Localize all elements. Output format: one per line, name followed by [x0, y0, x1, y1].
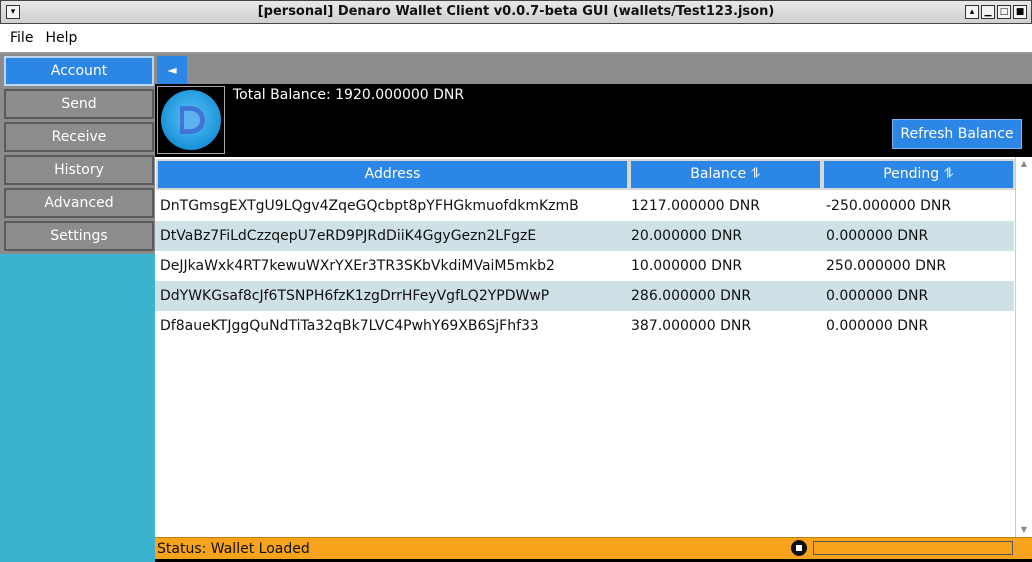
balance-cell: 20.000000 DNR	[631, 228, 743, 244]
balance-cell: 286.000000 DNR	[631, 288, 752, 304]
nav-receive-button[interactable]: Receive	[4, 122, 154, 152]
table-scrollbar[interactable]: ▲ ▼	[1015, 157, 1032, 537]
sidebar: Account Send Receive History Advanced Se…	[0, 52, 155, 562]
status-bar: Status: Wallet Loaded	[155, 537, 1032, 559]
total-balance: Total Balance: 1920.000000 DNR	[233, 87, 465, 103]
table-body: DnTGmsgEXTgU9LQgv4ZqeGQcbpt8pYFHGkmuofdk…	[155, 191, 1014, 341]
address-table: Address Balance ⥮ Pending ⥮ DnTGmsgEXTgU…	[155, 157, 1015, 537]
balance-header: Total Balance: 1920.000000 DNR Refresh B…	[155, 84, 1032, 157]
window-title: [personal] Denaro Wallet Client v0.0.7-b…	[257, 4, 775, 19]
title-bar: ▾ [personal] Denaro Wallet Client v0.0.7…	[0, 0, 1032, 24]
denaro-logo-icon	[161, 90, 221, 150]
address-cell[interactable]: DtVaBz7FiLdCzzqepU7eRD9PJRdDiiK4GgyGezn2…	[155, 221, 628, 251]
address-cell[interactable]: DdYWKGsaf8cJf6TSNPH6fzK1zgDrrHFeyVgfLQ2Y…	[155, 281, 628, 311]
column-header-balance[interactable]: Balance ⥮	[629, 159, 822, 190]
address-cell[interactable]: Df8aueKTJggQuNdTiTa32qBk7LVC4PwhY69XB6Sj…	[155, 311, 628, 341]
column-header-address[interactable]: Address	[156, 159, 629, 190]
top-strip: ◄	[155, 52, 1032, 84]
balance-cell: 10.000000 DNR	[631, 258, 743, 274]
refresh-balance-button[interactable]: Refresh Balance	[892, 119, 1022, 149]
denaro-logo	[157, 86, 225, 154]
pending-cell: 0.000000 DNR	[826, 288, 929, 304]
pending-cell: 0.000000 DNR	[826, 318, 929, 334]
scroll-down-icon[interactable]: ▼	[1019, 525, 1029, 535]
address-cell[interactable]: DnTGmsgEXTgU9LQgv4ZqeGQcbpt8pYFHGkmuofdk…	[155, 191, 628, 221]
column-header-pending[interactable]: Pending ⥮	[822, 159, 1015, 190]
stop-icon[interactable]	[791, 540, 807, 556]
table-row[interactable]: DdYWKGsaf8cJf6TSNPH6fzK1zgDrrHFeyVgfLQ2Y…	[155, 281, 1014, 311]
nav-history-button[interactable]: History	[4, 155, 154, 185]
close-icon[interactable]: ■	[1013, 5, 1027, 19]
shade-icon[interactable]: ▴	[965, 5, 979, 19]
balance-cell: 1217.000000 DNR	[631, 198, 760, 214]
table-header: Address Balance ⥮ Pending ⥮	[155, 159, 1015, 190]
scroll-up-icon[interactable]: ▲	[1019, 159, 1029, 169]
menu-help[interactable]: Help	[45, 30, 77, 46]
nav-advanced-button[interactable]: Advanced	[4, 188, 154, 218]
maximize-icon[interactable]: □	[997, 5, 1011, 19]
pending-cell: 0.000000 DNR	[826, 228, 929, 244]
pending-cell: 250.000000 DNR	[826, 258, 947, 274]
balance-cell: 387.000000 DNR	[631, 318, 752, 334]
nav-account-button[interactable]: Account	[4, 56, 154, 86]
address-cell[interactable]: DeJJkaWxk4RT7kewuWXrYXEr3TR3SKbVkdiMVaiM…	[155, 251, 628, 281]
menu-bar: File Help	[0, 24, 1032, 52]
table-row[interactable]: DtVaBz7FiLdCzzqepU7eRD9PJRdDiiK4GgyGezn2…	[155, 221, 1014, 251]
pending-cell: -250.000000 DNR	[826, 198, 952, 214]
table-row[interactable]: Df8aueKTJggQuNdTiTa32qBk7LVC4PwhY69XB6Sj…	[155, 311, 1014, 341]
nav-settings-button[interactable]: Settings	[4, 221, 154, 251]
table-row[interactable]: DeJJkaWxk4RT7kewuWXrYXEr3TR3SKbVkdiMVaiM…	[155, 251, 1014, 281]
collapse-sidebar-button[interactable]: ◄	[157, 56, 187, 84]
progress-bar	[813, 541, 1013, 555]
minimize-icon[interactable]: ▁	[981, 5, 995, 19]
nav-send-button[interactable]: Send	[4, 89, 154, 119]
table-row[interactable]: DnTGmsgEXTgU9LQgv4ZqeGQcbpt8pYFHGkmuofdk…	[155, 191, 1014, 221]
status-text: Status: Wallet Loaded	[157, 541, 310, 557]
menu-file[interactable]: File	[10, 30, 33, 46]
